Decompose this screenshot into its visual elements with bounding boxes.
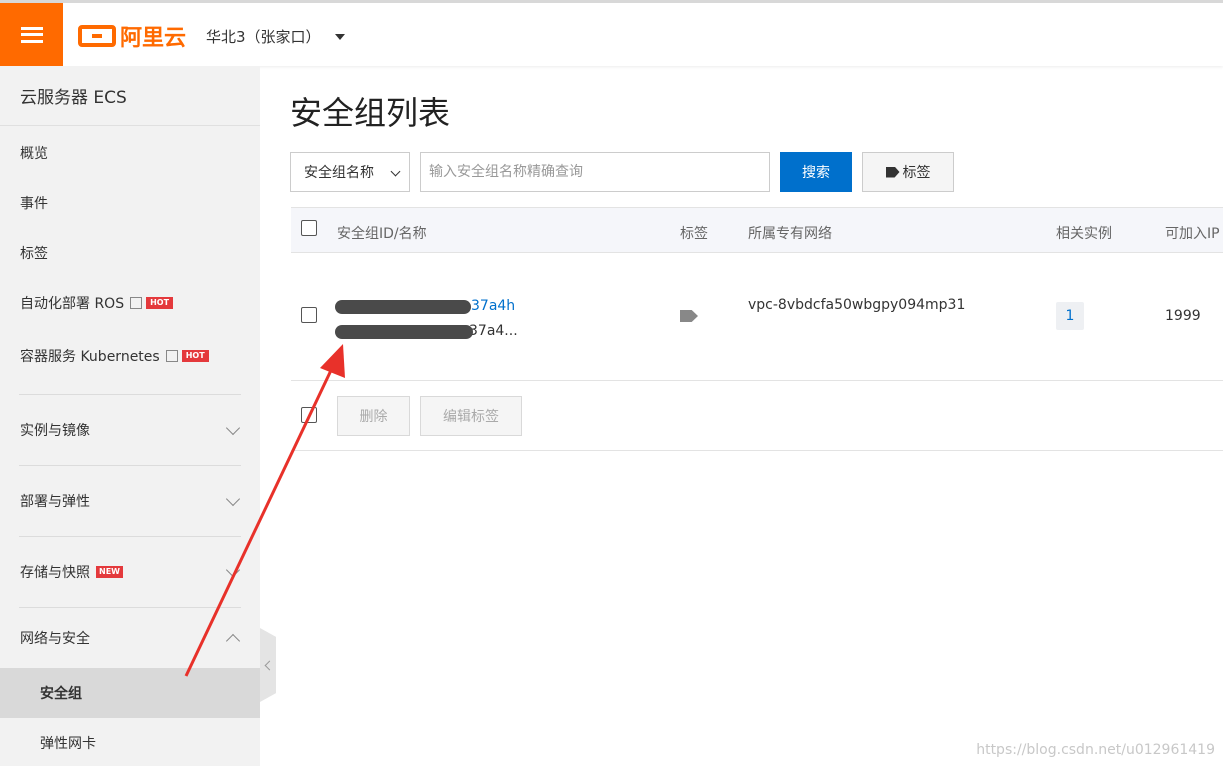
security-group-name-text: 37a4...: [469, 323, 518, 339]
hot-badge: HOT: [146, 297, 174, 309]
chevron-down-icon: [225, 491, 241, 507]
row-checkbox[interactable]: [301, 307, 317, 323]
logo-mark-icon: [78, 25, 116, 47]
sidebar-group-storage[interactable]: 存储与快照 NEW: [0, 537, 260, 607]
aliyun-logo[interactable]: 阿里云: [78, 22, 187, 51]
batch-actions-bar: 删除 编辑标签: [291, 381, 1223, 451]
menu-button[interactable]: [0, 3, 63, 66]
sidebar-group-label: 存储与快照: [20, 565, 90, 581]
filter-select-value: 安全组名称: [304, 165, 374, 181]
sidebar-collapse-toggle[interactable]: [260, 628, 276, 702]
page-title: 安全组列表: [290, 94, 451, 132]
footer-select-all-checkbox[interactable]: [301, 407, 317, 423]
logo-text: 阿里云: [120, 26, 187, 51]
region-label: 华北3（张家口）: [206, 28, 321, 46]
sidebar-title: 云服务器 ECS: [0, 66, 260, 126]
tag-filter-button[interactable]: 标签: [862, 152, 954, 192]
external-link-icon: [165, 350, 178, 362]
column-header-id-name: 安全组ID/名称: [337, 226, 427, 242]
select-all-checkbox[interactable]: [301, 220, 317, 236]
column-header-vpc: 所属专有网络: [748, 226, 832, 242]
sidebar-group-network-security[interactable]: 网络与安全: [0, 608, 260, 668]
region-selector[interactable]: 华北3（张家口）: [206, 26, 345, 47]
sidebar-item-security-group[interactable]: 安全组: [0, 668, 260, 718]
chevron-down-icon: [225, 562, 241, 578]
redaction-bar: [335, 325, 473, 339]
security-group-id-text: 37a4h: [471, 298, 516, 314]
chevron-down-icon: [225, 420, 241, 436]
hamburger-icon: [20, 26, 43, 43]
sidebar-item-label: 弹性网卡: [40, 736, 96, 752]
sidebar-group-instances[interactable]: 实例与镜像: [0, 395, 260, 465]
new-badge: NEW: [96, 566, 123, 578]
caret-down-icon: [334, 33, 345, 40]
chevron-left-icon: [264, 660, 275, 670]
sidebar-group-label: 实例与镜像: [20, 423, 90, 439]
sidebar-item-tags[interactable]: 标签: [0, 228, 260, 278]
vpc-id: vpc-8vbdcfa50wbgpy094mp31: [748, 297, 966, 313]
sidebar-item-label: 概览: [20, 146, 48, 162]
sidebar-group-label: 网络与安全: [20, 631, 90, 647]
hot-badge: HOT: [181, 350, 209, 362]
sidebar-item-eni[interactable]: 弹性网卡: [0, 718, 260, 766]
watermark: https://blog.csdn.net/u012961419: [976, 742, 1215, 758]
ip-capacity: 1999: [1165, 308, 1201, 324]
sidebar-group-label: 部署与弹性: [20, 494, 90, 510]
delete-button[interactable]: 删除: [337, 396, 410, 436]
sidebar-item-kubernetes[interactable]: 容器服务 Kubernetes HOT: [0, 328, 260, 384]
column-header-tags: 标签: [680, 226, 708, 242]
top-bar: 阿里云 华北3（张家口）: [0, 0, 1223, 66]
external-link-icon: [130, 297, 143, 309]
sidebar-item-label: 容器服务 Kubernetes: [20, 349, 160, 365]
column-header-ip: 可加入IP: [1165, 226, 1220, 242]
tag-button-label: 标签: [902, 165, 931, 181]
search-button[interactable]: 搜索: [780, 152, 852, 192]
table-header: 安全组ID/名称 标签 所属专有网络 相关实例 可加入IP: [291, 207, 1223, 253]
sidebar: 云服务器 ECS 概览 事件 标签 自动化部署 ROS HOT 容器服务 Kub…: [0, 66, 260, 766]
sidebar-item-ros[interactable]: 自动化部署 ROS HOT: [0, 278, 260, 328]
sidebar-item-label: 标签: [20, 246, 48, 262]
sidebar-item-overview[interactable]: 概览: [0, 128, 260, 178]
table-row: 37a4h 37a4... vpc-8vbdcfa50wbgpy094mp31 …: [291, 253, 1223, 381]
sidebar-group-deployment[interactable]: 部署与弹性: [0, 466, 260, 536]
chevron-up-icon: [225, 633, 241, 649]
column-header-instances[interactable]: 相关实例: [1056, 223, 1112, 243]
sidebar-item-label: 事件: [20, 196, 48, 212]
sidebar-item-events[interactable]: 事件: [0, 178, 260, 228]
chevron-down-icon: [390, 166, 401, 177]
edit-tags-button[interactable]: 编辑标签: [420, 396, 522, 436]
sidebar-item-label: 安全组: [40, 686, 82, 702]
sidebar-item-label: 自动化部署 ROS: [20, 296, 125, 312]
tag-icon[interactable]: [680, 310, 698, 322]
filter-field-select[interactable]: 安全组名称: [290, 152, 410, 192]
related-instances-count[interactable]: 1: [1056, 302, 1084, 330]
search-input[interactable]: [420, 152, 770, 192]
redaction-bar: [335, 300, 471, 314]
tag-icon: [885, 166, 900, 178]
